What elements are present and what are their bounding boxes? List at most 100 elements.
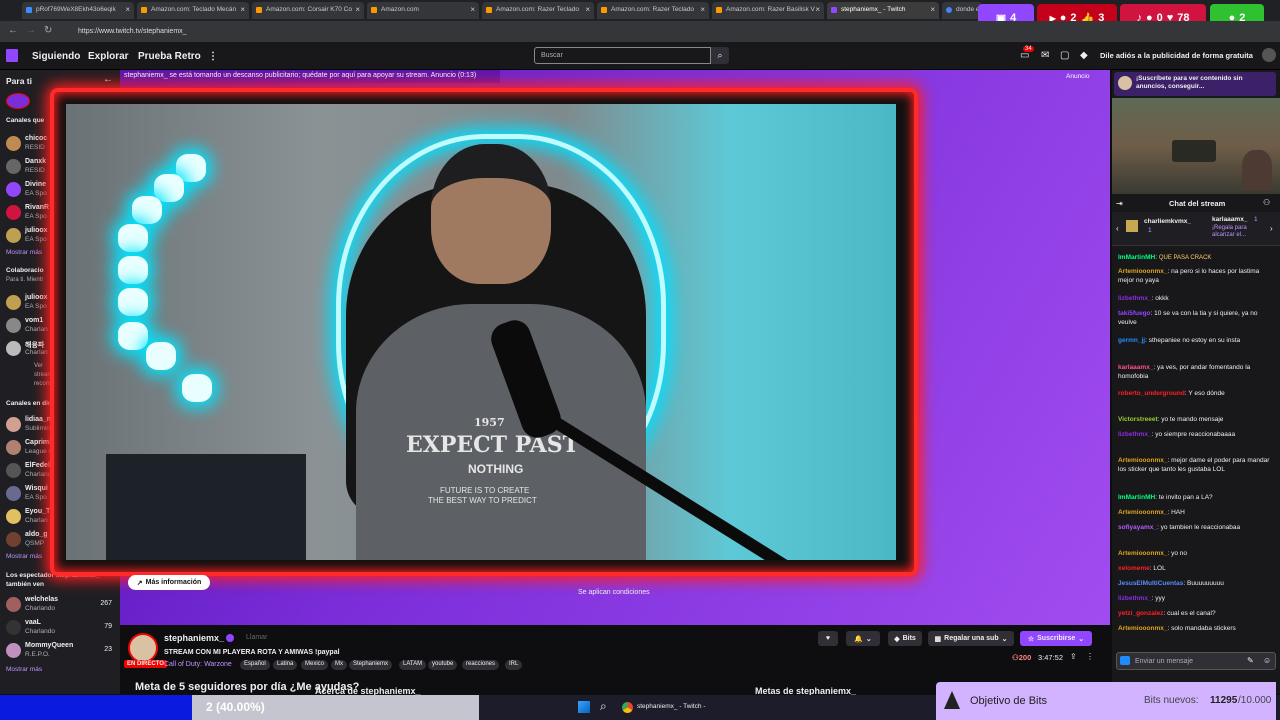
follow-heart-button[interactable]: ♥ — [818, 631, 838, 646]
taskbar-window-label[interactable]: stephaniemx_ - Twitch - — [637, 703, 706, 710]
browser-tab[interactable]: Amazon.com × — [367, 2, 479, 19]
avatar — [6, 620, 21, 635]
avatar — [6, 532, 21, 547]
twitch-icon — [831, 7, 837, 13]
stream-tag[interactable]: reacciones — [462, 660, 500, 670]
amazon-icon — [486, 7, 492, 13]
close-tab-icon[interactable]: × — [125, 5, 130, 14]
bits-icon: ◆ — [894, 635, 900, 643]
sidebar-following-title: Canales que — [6, 117, 45, 124]
chrome-icon[interactable] — [622, 702, 633, 713]
windows-start-icon[interactable] — [578, 701, 590, 713]
sidebar-live-title: Canales en dire — [6, 400, 55, 407]
close-tab-icon[interactable]: × — [585, 5, 590, 14]
browser-tab[interactable]: pRof769WeX8Ekh43o6eqik × — [22, 2, 134, 19]
ad-badge: Anuncio — [1066, 73, 1090, 80]
stream-tag[interactable]: IRL — [505, 660, 523, 670]
chevron-right-icon[interactable]: › — [1270, 224, 1273, 233]
ad-free-link[interactable]: Dile adiós a la publicidad de forma grat… — [1100, 51, 1253, 60]
avatar — [1118, 76, 1132, 90]
search-input[interactable]: Buscar — [534, 47, 711, 64]
show-more-live[interactable]: Mostrar más — [6, 553, 42, 560]
browser-tab[interactable]: Amazon.com: Corsair K70 Co × — [252, 2, 364, 19]
featured-avatar[interactable] — [6, 93, 30, 109]
search-button[interactable]: ⌕ — [711, 47, 729, 64]
show-more-viewers[interactable]: Mostrar más — [6, 666, 42, 673]
browser-tab[interactable]: Amazon.com: Teclado Mecán × — [137, 2, 249, 19]
stream-tag[interactable]: Latina — [273, 660, 298, 670]
stream-tag[interactable]: LATAM — [399, 660, 427, 670]
close-tab-icon[interactable]: × — [930, 5, 935, 14]
stream-tag[interactable]: youtube — [428, 660, 458, 670]
stream-tag[interactable]: Mexico — [301, 660, 329, 670]
avatar — [6, 318, 21, 333]
hexagon-lights — [96, 144, 212, 414]
users-icon[interactable]: ⚇ — [1263, 198, 1270, 207]
more-options-icon[interactable]: ⋮ — [208, 51, 218, 62]
url-field[interactable]: https://www.twitch.tv/stephaniemx_ — [60, 24, 480, 39]
nav-explore[interactable]: Explorar — [88, 51, 129, 62]
avatar — [6, 440, 21, 455]
close-tab-icon[interactable]: × — [240, 5, 245, 14]
sidebar-collab-title: Colaboracio — [6, 267, 44, 274]
browser-tab[interactable]: Amazon.com: Razer Teclado × — [597, 2, 709, 19]
more-options-icon[interactable]: ⋮ — [1086, 652, 1094, 661]
stream-tag[interactable]: Stephaniemx — [349, 660, 393, 670]
sidebar-channel[interactable]: welchelas Charlando 267 — [4, 594, 118, 618]
notify-button[interactable]: Llamar — [246, 634, 267, 641]
vehicle — [1172, 140, 1216, 162]
chevron-left-icon[interactable]: ‹ — [1116, 224, 1119, 233]
mini-player[interactable] — [1112, 98, 1280, 194]
gift-sub-button[interactable]: ▦ Regalar una sub ⌄ — [928, 631, 1014, 646]
nav-retro[interactable]: Prueba Retro — [138, 51, 201, 62]
browser-tab[interactable]: Amazon.com: Razer Basilisk V × — [712, 2, 824, 19]
close-tab-icon[interactable]: × — [815, 5, 820, 14]
inbox-icon[interactable]: ✉ — [1041, 50, 1049, 61]
amazon-icon — [371, 7, 377, 13]
bits-button[interactable]: ◆ Bits — [888, 631, 922, 646]
close-tab-icon[interactable]: × — [700, 5, 705, 14]
channel-name[interactable]: stephaniemx_ — [164, 633, 224, 643]
twitch-logo-icon[interactable] — [6, 49, 18, 62]
ad-banner: stephaniemx_ se está tomando un descanso… — [120, 70, 500, 83]
avatar[interactable] — [1262, 48, 1276, 62]
share-icon[interactable]: ⇪ — [1070, 652, 1077, 661]
collapse-sidebar-icon[interactable]: ← — [103, 74, 113, 85]
avatar — [6, 597, 21, 612]
sidebar-channel[interactable]: vaaL Charlando 79 — [4, 617, 118, 641]
chat-input[interactable]: Enviar un mensaje ✎ ☺ — [1116, 652, 1276, 670]
more-info-button[interactable]: ↗ Más información — [128, 575, 210, 590]
back-icon[interactable]: ← — [8, 25, 18, 36]
chat-message: ImMartinMH: te invito pan a LA? — [1118, 494, 1213, 501]
collapse-chat-icon[interactable]: ⇥ — [1116, 199, 1123, 208]
search-icon[interactable]: ⌕ — [600, 699, 607, 714]
avatar — [6, 228, 21, 243]
stream-tag[interactable]: Español — [240, 660, 270, 670]
nav-following[interactable]: Siguiendo — [32, 51, 80, 62]
avatar — [6, 136, 21, 151]
browser-tab[interactable]: donde e — [942, 2, 982, 19]
chat-message: ImMartinMH: QUE PASA CRACK — [1118, 254, 1212, 261]
browser-tab-active[interactable]: stephaniemx_ - Twitch × — [827, 2, 939, 19]
bits-chat-icon[interactable]: ✎ — [1247, 656, 1254, 665]
chat-message: karlaaamx_: ya ves, por andar fomentando… — [1118, 364, 1251, 380]
close-tab-icon[interactable]: × — [470, 5, 475, 14]
reload-icon[interactable]: ↻ — [44, 25, 52, 36]
crown-icon[interactable]: ◆ — [1080, 50, 1088, 61]
game-link[interactable]: Call of Duty: Warzone — [164, 661, 232, 668]
whispers-icon[interactable]: ▢ — [1060, 50, 1069, 61]
subscribe-button[interactable]: ☆ Suscribirse ⌄ — [1020, 631, 1092, 646]
sidebar-channel[interactable]: MommyQueen R.E.P.O. 23 — [4, 640, 118, 664]
subscribe-promo[interactable]: ¡Suscríbete para ver contenido sin anunc… — [1114, 72, 1276, 96]
forward-icon[interactable]: → — [26, 25, 36, 36]
channel-avatar[interactable] — [128, 633, 158, 663]
external-link-icon: ↗ — [136, 579, 143, 587]
avatar — [6, 463, 21, 478]
notifications-bell-button[interactable]: 🔔 ⌄ — [846, 631, 880, 646]
emote-icon[interactable]: ☺ — [1263, 656, 1271, 665]
chat-badge-icon — [1120, 656, 1130, 665]
show-more-following[interactable]: Mostrar más — [6, 249, 42, 256]
browser-tab[interactable]: Amazon.com: Razer Teclado × — [482, 2, 594, 19]
close-tab-icon[interactable]: × — [355, 5, 360, 14]
stream-tag[interactable]: Mx — [331, 660, 347, 670]
